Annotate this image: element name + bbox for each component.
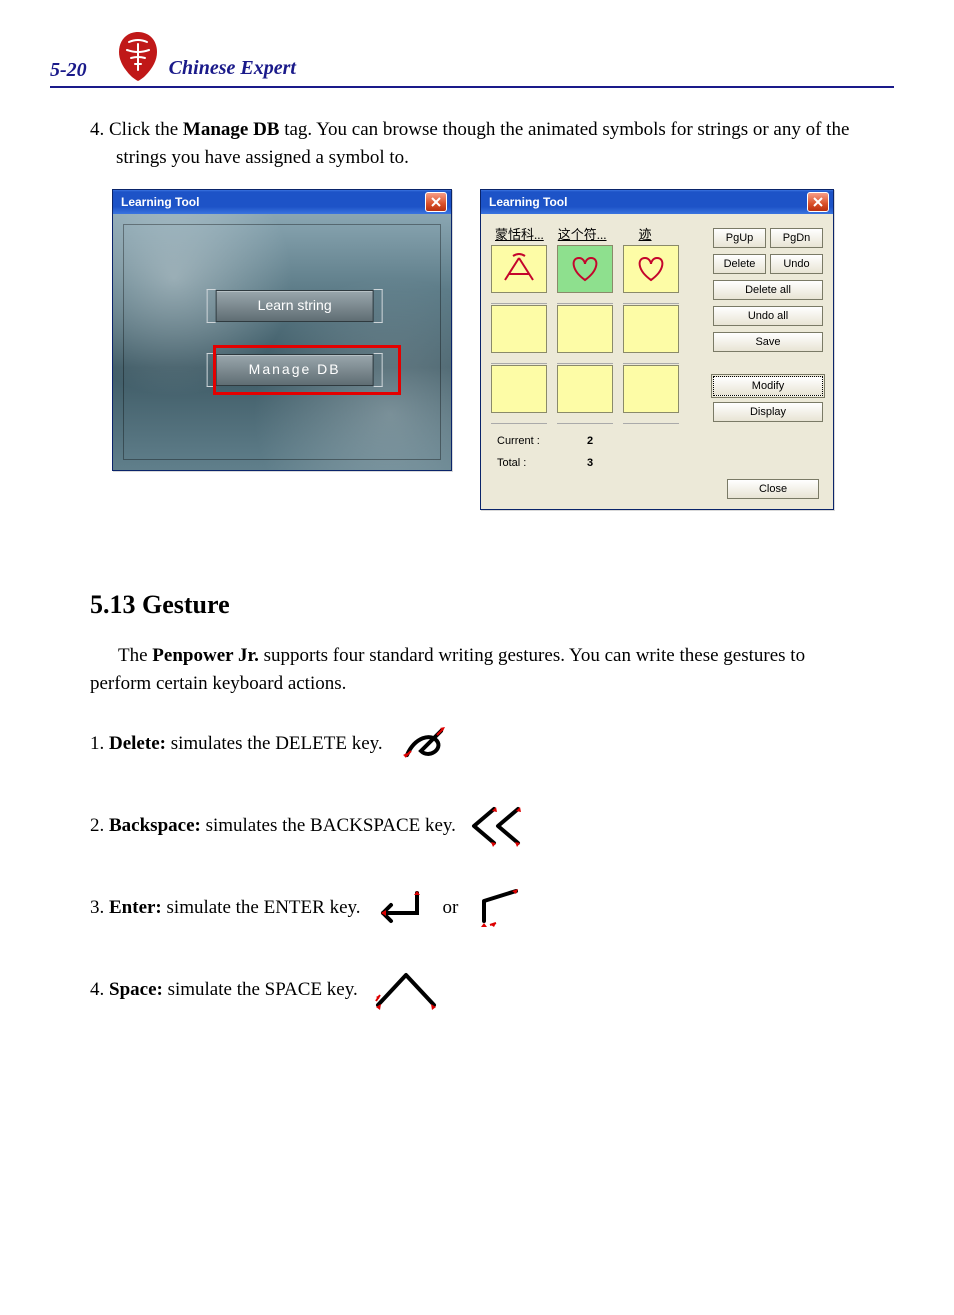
total-stat: Total : 3 — [491, 453, 823, 469]
window-titlebar: Learning Tool — [481, 190, 833, 214]
window-title: Learning Tool — [121, 195, 199, 209]
learning-tool-window-db: Learning Tool 蒙恬科... 这个符... 迹 — [480, 189, 834, 510]
symbol-cell[interactable] — [491, 365, 547, 413]
highlight-rectangle — [213, 345, 401, 395]
pgdn-button[interactable]: PgDn — [770, 228, 823, 248]
gesture-backspace-icon — [466, 803, 536, 849]
section-heading: 5.13 Gesture — [90, 590, 894, 620]
or-text: or — [443, 897, 459, 919]
close-button[interactable]: Close — [727, 479, 819, 499]
db-column-labels: 蒙恬科... 这个符... 迹 — [491, 224, 705, 245]
gesture-delete-icon — [393, 721, 453, 767]
logo-seal-icon — [115, 30, 161, 82]
current-stat: Current : 2 — [491, 431, 823, 447]
symbol-cell[interactable] — [491, 245, 547, 293]
gesture-enter-icon-b — [470, 885, 530, 931]
gesture-space: 4. Space: simulate the SPACE key. — [90, 967, 894, 1013]
learning-tool-window-menu: Learning Tool Learn string Manage DB — [112, 189, 452, 471]
save-button[interactable]: Save — [713, 332, 823, 352]
symbol-cell[interactable] — [623, 305, 679, 353]
page-header: 5-20 Chinese Expert — [50, 30, 894, 88]
undo-button[interactable]: Undo — [770, 254, 823, 274]
gesture-backspace: 2. Backspace: simulates the BACKSPACE ke… — [90, 803, 894, 849]
symbol-cell[interactable] — [491, 305, 547, 353]
symbol-cell[interactable] — [557, 365, 613, 413]
window-titlebar: Learning Tool — [113, 190, 451, 214]
gesture-space-icon — [368, 967, 446, 1013]
gesture-enter: 3. Enter: simulate the ENTER key. or — [90, 885, 894, 931]
gesture-enter-icon-a — [371, 885, 431, 931]
step-4-text: 4. Click the Manage DB tag. You can brow… — [90, 116, 894, 171]
book-title: Chinese Expert — [169, 57, 296, 82]
delete-button[interactable]: Delete — [713, 254, 766, 274]
display-button[interactable]: Display — [713, 402, 823, 422]
window-close-button[interactable] — [425, 192, 447, 212]
symbol-cell-selected[interactable] — [557, 245, 613, 293]
window-close-button[interactable] — [807, 192, 829, 212]
modify-button[interactable]: Modify — [713, 376, 823, 396]
symbol-cell[interactable] — [623, 245, 679, 293]
section-intro: The Penpower Jr. supports four standard … — [90, 642, 834, 697]
delete-all-button[interactable]: Delete all — [713, 280, 823, 300]
symbol-cell[interactable] — [623, 365, 679, 413]
gesture-delete: 1. Delete: simulates the DELETE key. — [90, 721, 894, 767]
symbol-cell[interactable] — [557, 305, 613, 353]
page-number: 5-20 — [50, 59, 87, 82]
learn-string-button[interactable]: Learn string — [216, 290, 374, 322]
undo-all-button[interactable]: Undo all — [713, 306, 823, 326]
window-title: Learning Tool — [489, 195, 567, 209]
pgup-button[interactable]: PgUp — [713, 228, 766, 248]
